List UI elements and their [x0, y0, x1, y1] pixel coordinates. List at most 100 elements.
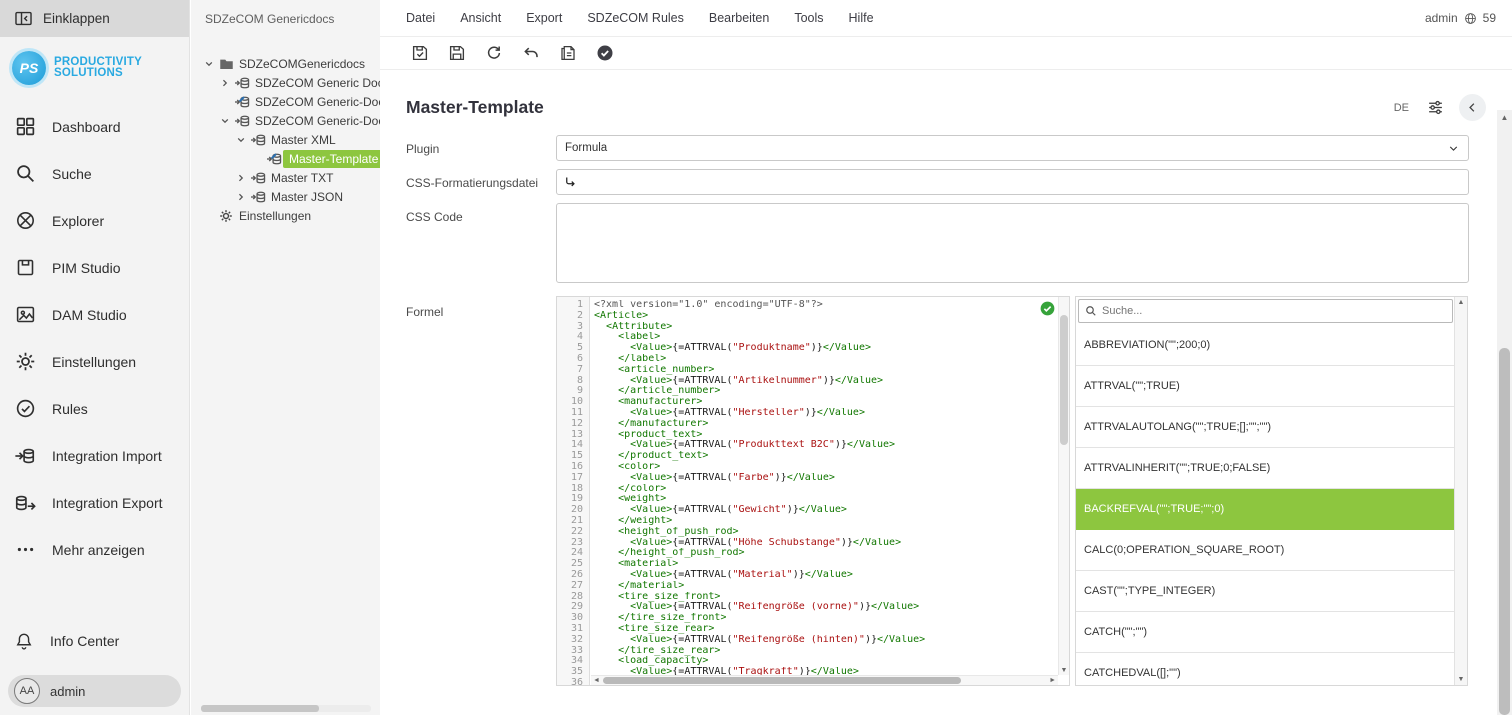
editor-vscroll-thumb[interactable] [1060, 315, 1068, 445]
tree-expander-right-icon[interactable] [217, 78, 233, 88]
menu-ansicht[interactable]: Ansicht [460, 11, 501, 25]
function-item-catch[interactable]: CATCH("";"") [1076, 612, 1454, 653]
tree-expander-down-icon[interactable] [217, 116, 233, 126]
collapse-detail-button[interactable] [1459, 94, 1486, 121]
plugin-select[interactable]: Formula [556, 135, 1469, 161]
tree-expander-right-icon[interactable] [233, 173, 249, 183]
line-content[interactable]: <Value>{=ATTRVAL("Artikelnummer")}</Valu… [590, 376, 883, 387]
line-content[interactable]: <Value>{=ATTRVAL("Produktname")}</Value> [590, 343, 871, 354]
page-scrollbar-thumb[interactable] [1499, 348, 1510, 715]
menu-export[interactable]: Export [526, 11, 562, 25]
reload-button[interactable] [480, 40, 507, 66]
line-content[interactable]: </weight> [590, 516, 672, 527]
paste-button[interactable] [554, 40, 581, 66]
page-vertical-scrollbar[interactable]: ▲ [1497, 110, 1512, 715]
line-content[interactable]: </color> [590, 484, 666, 495]
line-content[interactable]: <tire_size_front> [590, 592, 720, 603]
validate-button[interactable] [591, 40, 618, 66]
line-content[interactable]: <color> [590, 462, 660, 473]
function-scroll-down-arrow[interactable]: ▼ [1455, 676, 1467, 683]
tree-node-einstellungen[interactable]: Einstellungen [191, 206, 380, 225]
function-item-catchedval[interactable]: CATCHEDVAL([];"") [1076, 653, 1454, 686]
tree-scrollbar-thumb[interactable] [201, 705, 319, 712]
tree-node-sdzecom-generic-doc-struk[interactable]: SDZeCOM Generic-Doc Struk [191, 92, 380, 111]
function-search-input[interactable] [1102, 305, 1446, 317]
sidebar-item-dashboard[interactable]: Dashboard [0, 103, 189, 150]
line-content[interactable]: <Value>{=ATTRVAL("Reifengröße (hinten)")… [590, 635, 925, 646]
line-content[interactable]: <tire_size_rear> [590, 624, 714, 635]
line-content[interactable]: </height_of_push_rod> [590, 548, 745, 559]
function-item-abbreviation[interactable]: ABBREVIATION("";200;0) [1076, 325, 1454, 366]
sidebar-item-rules[interactable]: Rules [0, 385, 189, 432]
line-content[interactable]: <material> [590, 559, 678, 570]
line-content[interactable]: <Value>{=ATTRVAL("Farbe")}</Value> [590, 473, 835, 484]
editor-scroll-right-arrow[interactable]: ► [1049, 676, 1056, 686]
line-content[interactable]: <manufacturer> [590, 397, 702, 408]
function-search-box[interactable] [1078, 299, 1453, 323]
tree-node-sdzecom-generic-doc[interactable]: SDZeCOM Generic Doc [191, 73, 380, 92]
menu-bearbeiten[interactable]: Bearbeiten [709, 11, 769, 25]
tree-node-master-txt[interactable]: Master TXT [191, 168, 380, 187]
tree-node-master-template[interactable]: Master-Template [191, 149, 380, 168]
line-content[interactable]: </tire_size_rear> [590, 646, 720, 657]
css-code-textarea[interactable] [556, 203, 1469, 283]
sidebar-item-suche[interactable]: Suche [0, 150, 189, 197]
sidebar-item-pim-studio[interactable]: PIM Studio [0, 244, 189, 291]
css-file-input[interactable] [582, 176, 1462, 188]
line-content[interactable]: <Value>{=ATTRVAL("Hersteller")}</Value> [590, 408, 865, 419]
tree-node-sdzecom-generic-doc-artike[interactable]: SDZeCOM Generic-Doc Artike [191, 111, 380, 130]
editor-hscroll-thumb[interactable] [603, 677, 961, 684]
sidebar-item-integration-import[interactable]: Integration Import [0, 432, 189, 479]
menu-datei[interactable]: Datei [406, 11, 435, 25]
line-content[interactable]: <Value>{=ATTRVAL("Höhe Schubstange")}</V… [590, 538, 901, 549]
line-content[interactable]: </article_number> [590, 386, 720, 397]
sidebar-item-integration-export[interactable]: Integration Export [0, 479, 189, 526]
tree-horizontal-scrollbar[interactable] [201, 705, 371, 712]
editor-horizontal-scrollbar[interactable]: ◄ ► [591, 675, 1058, 685]
tree-node-master-json[interactable]: Master JSON [191, 187, 380, 206]
tree-node-master-xml[interactable]: Master XML [191, 130, 380, 149]
line-content[interactable]: </material> [590, 581, 684, 592]
line-content[interactable]: <label> [590, 332, 660, 343]
line-content[interactable]: <?xml version="1.0" encoding="UTF-8"?> [590, 300, 823, 311]
sidebar-collapse-button[interactable]: Einklappen [0, 0, 189, 37]
function-list-scrollbar[interactable]: ▲ ▼ [1454, 297, 1467, 685]
save-button[interactable] [443, 40, 470, 66]
line-content[interactable]: </product_text> [590, 451, 708, 462]
line-content[interactable]: </tire_size_front> [590, 613, 726, 624]
function-scroll-up-arrow[interactable]: ▲ [1455, 299, 1467, 306]
sidebar-item-einstellungen[interactable]: Einstellungen [0, 338, 189, 385]
sidebar-item-explorer[interactable]: Explorer [0, 197, 189, 244]
line-content[interactable]: <Attribute> [590, 322, 672, 333]
menu-hilfe[interactable]: Hilfe [849, 11, 874, 25]
line-content[interactable]: </manufacturer> [590, 419, 708, 430]
line-content[interactable]: </label> [590, 354, 666, 365]
line-content[interactable]: <height_of_push_rod> [590, 527, 739, 538]
line-content[interactable]: <weight> [590, 494, 666, 505]
menu-sdzecom-rules[interactable]: SDZeCOM Rules [587, 11, 684, 25]
page-scroll-up-arrow[interactable]: ▲ [1497, 113, 1512, 122]
line-content[interactable]: <Value>{=ATTRVAL("Produkttext B2C")}</Va… [590, 440, 895, 451]
editor-vertical-scrollbar[interactable]: ▼ [1058, 297, 1069, 675]
line-content[interactable]: <Value>{=ATTRVAL("Gewicht")}</Value> [590, 505, 847, 516]
function-item-attrvalautolang[interactable]: ATTRVALAUTOLANG("";TRUE;[];"";"") [1076, 407, 1454, 448]
user-menu[interactable]: AA admin [8, 675, 181, 707]
tree-expander-down-icon[interactable] [233, 135, 249, 145]
sidebar-item-mehr-anzeigen[interactable]: Mehr anzeigen [0, 526, 189, 573]
line-content[interactable]: <Article> [590, 311, 648, 322]
line-content[interactable]: <Value>{=ATTRVAL("Material")}</Value> [590, 570, 853, 581]
tree-expander-right-icon[interactable] [233, 192, 249, 202]
display-settings-button[interactable] [1423, 96, 1447, 120]
user-session-indicator[interactable]: admin 59 [1425, 11, 1496, 25]
formula-code-editor[interactable]: 1<?xml version="1.0" encoding="UTF-8"?>2… [556, 296, 1070, 686]
line-content[interactable]: <product_text> [590, 430, 702, 441]
tree-node-sdzecomgenericdocs[interactable]: SDZeCOMGenericdocs [191, 54, 380, 73]
menu-tools[interactable]: Tools [794, 11, 823, 25]
function-item-cast[interactable]: CAST("";TYPE_INTEGER) [1076, 571, 1454, 612]
line-content[interactable]: <Value>{=ATTRVAL("Reifengröße (vorne)")}… [590, 602, 919, 613]
sidebar-item-dam-studio[interactable]: DAM Studio [0, 291, 189, 338]
line-content[interactable]: <load_capacity> [590, 656, 708, 667]
css-file-link-icon[interactable] [563, 175, 578, 190]
language-badge[interactable]: DE [1394, 102, 1409, 114]
function-item-attrval[interactable]: ATTRVAL("";TRUE) [1076, 366, 1454, 407]
